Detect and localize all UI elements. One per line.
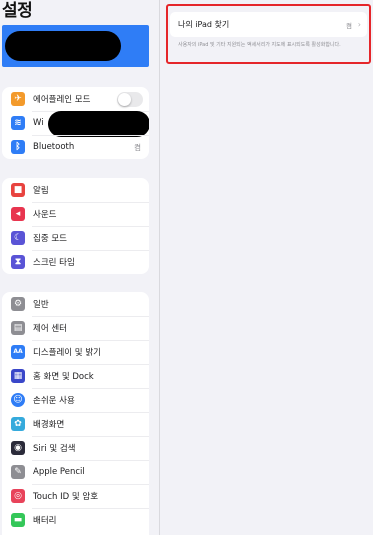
detail-panel bbox=[161, 0, 373, 535]
sidebar-item-apple-pencil[interactable]: ✎ Apple Pencil bbox=[2, 460, 149, 484]
home-screen-icon: ▦ bbox=[11, 369, 25, 383]
sidebar-item-label: Apple Pencil bbox=[33, 467, 85, 477]
airplane-icon: ✈ bbox=[11, 92, 25, 106]
redacted-account-name bbox=[5, 31, 121, 61]
apple-pencil-icon: ✎ bbox=[11, 465, 25, 479]
wallpaper-icon: ✿ bbox=[11, 417, 25, 431]
siri-icon: ◉ bbox=[11, 441, 25, 455]
sidebar-item-label: Bluetooth bbox=[33, 142, 75, 152]
sidebar-item-battery[interactable]: ▬ 배터리 bbox=[2, 508, 149, 532]
general-group: ⚙ 일반 ▤ 제어 센터 AA 디스플레이 및 밝기 ▦ 홈 화면 및 Dock… bbox=[2, 292, 149, 535]
sidebar-item-label: 일반 bbox=[33, 300, 49, 310]
sidebar-item-label: 손쉬운 사용 bbox=[33, 396, 75, 406]
airplane-mode-toggle[interactable] bbox=[117, 91, 143, 107]
gear-icon: ⚙ bbox=[11, 297, 25, 311]
sidebar-item-label: 사운드 bbox=[33, 210, 57, 220]
sidebar-item-airplane-mode[interactable]: ✈ 에어플레인 모드 bbox=[2, 87, 149, 111]
settings-sidebar: 설정 ✈ 에어플레인 모드 ≋ Wi ᛒ Bluetooth 켬 ■ 알림 ◂ … bbox=[0, 0, 160, 535]
sidebar-item-accessibility[interactable]: ☺ 손쉬운 사용 bbox=[2, 388, 149, 412]
find-my-ipad-footnote: 사용자의 iPad 및 기타 지원되는 액세서리가 지도에 표시되도록 활성화합… bbox=[178, 42, 341, 48]
sidebar-item-label: 에어플레인 모드 bbox=[33, 95, 91, 105]
notifications-group: ■ 알림 ◂ 사운드 ☾ 집중 모드 ⧗ 스크린 타임 bbox=[2, 178, 149, 274]
find-my-ipad-status: 켬 bbox=[346, 21, 352, 30]
bluetooth-status: 켬 bbox=[134, 142, 141, 152]
sidebar-item-label: 알림 bbox=[33, 186, 49, 196]
find-my-ipad-label: 나의 iPad 찾기 bbox=[178, 20, 230, 29]
sidebar-item-wallpaper[interactable]: ✿ 배경화면 bbox=[2, 412, 149, 436]
bluetooth-icon: ᛒ bbox=[11, 140, 25, 154]
sidebar-item-bluetooth[interactable]: ᛒ Bluetooth 켬 bbox=[2, 135, 149, 159]
sidebar-item-display-brightness[interactable]: AA 디스플레이 및 밝기 bbox=[2, 340, 149, 364]
sidebar-item-label: 스크린 타임 bbox=[33, 258, 75, 268]
sidebar-item-label: Siri 및 검색 bbox=[33, 444, 76, 454]
sidebar-item-label: 집중 모드 bbox=[33, 234, 67, 244]
sidebar-item-touch-id-passcode[interactable]: ◎ Touch ID 및 암호 bbox=[2, 484, 149, 508]
hourglass-icon: ⧗ bbox=[11, 255, 25, 269]
wifi-icon: ≋ bbox=[11, 116, 25, 130]
sidebar-item-label: 배경화면 bbox=[33, 420, 65, 430]
sidebar-item-home-screen-dock[interactable]: ▦ 홈 화면 및 Dock bbox=[2, 364, 149, 388]
redacted-wifi-name bbox=[48, 111, 149, 137]
accessibility-icon: ☺ bbox=[11, 393, 25, 407]
chevron-right-icon: › bbox=[357, 20, 361, 29]
sidebar-item-label: 배터리 bbox=[33, 516, 57, 526]
sound-icon: ◂ bbox=[11, 207, 25, 221]
focus-moon-icon: ☾ bbox=[11, 231, 25, 245]
battery-icon: ▬ bbox=[11, 513, 25, 527]
display-brightness-icon: AA bbox=[11, 345, 25, 359]
sidebar-item-notifications[interactable]: ■ 알림 bbox=[2, 178, 149, 202]
notifications-icon: ■ bbox=[11, 183, 25, 197]
apple-id-account-card[interactable] bbox=[2, 25, 149, 67]
connectivity-group: ✈ 에어플레인 모드 ≋ Wi ᛒ Bluetooth 켬 bbox=[2, 87, 149, 159]
sidebar-title: 설정 bbox=[2, 1, 33, 21]
sidebar-item-screen-time[interactable]: ⧗ 스크린 타임 bbox=[2, 250, 149, 274]
sidebar-item-label: Wi bbox=[33, 118, 44, 128]
sidebar-item-label: 제어 센터 bbox=[33, 324, 67, 334]
toggle-knob bbox=[118, 92, 131, 106]
control-center-icon: ▤ bbox=[11, 321, 25, 335]
sidebar-item-label: 디스플레이 및 밝기 bbox=[33, 348, 101, 358]
find-my-ipad-row[interactable]: 나의 iPad 찾기 켬 › bbox=[170, 12, 367, 37]
sidebar-item-label: Touch ID 및 암호 bbox=[33, 492, 99, 502]
touch-id-icon: ◎ bbox=[11, 489, 25, 503]
sidebar-item-control-center[interactable]: ▤ 제어 센터 bbox=[2, 316, 149, 340]
sidebar-item-sound[interactable]: ◂ 사운드 bbox=[2, 202, 149, 226]
sidebar-item-siri-search[interactable]: ◉ Siri 및 검색 bbox=[2, 436, 149, 460]
sidebar-item-focus[interactable]: ☾ 집중 모드 bbox=[2, 226, 149, 250]
sidebar-item-label: 홈 화면 및 Dock bbox=[33, 372, 94, 382]
sidebar-item-wifi[interactable]: ≋ Wi bbox=[2, 111, 149, 137]
sidebar-item-general[interactable]: ⚙ 일반 bbox=[2, 292, 149, 316]
